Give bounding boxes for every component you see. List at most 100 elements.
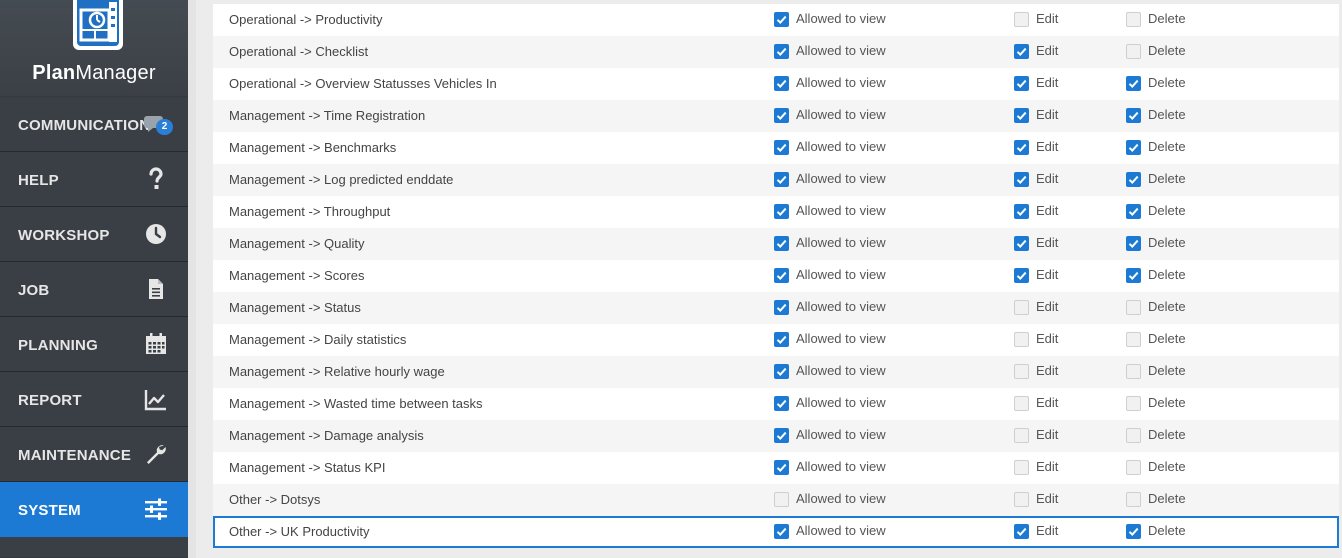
edit-label: Edit: [1036, 75, 1059, 90]
edit-checkbox[interactable]: [1014, 236, 1029, 251]
table-row[interactable]: Management -> Relative hourly wage Allowe…: [213, 356, 1339, 388]
edit-checkbox[interactable]: [1014, 204, 1029, 219]
delete-checkbox[interactable]: [1126, 268, 1141, 283]
permission-name: Operational -> Overview Statusses Vehicl…: [229, 76, 497, 91]
view-checkbox[interactable]: [774, 204, 789, 219]
table-row[interactable]: Management -> Quality Allowed to view Edit…: [213, 228, 1339, 260]
view-checkbox[interactable]: [774, 140, 789, 155]
delete-label: Delete: [1148, 171, 1186, 186]
delete-checkbox[interactable]: [1126, 76, 1141, 91]
table-row[interactable]: Operational -> Overview Statusses Vehicl…: [213, 68, 1339, 100]
edit-checkbox[interactable]: [1014, 108, 1029, 123]
view-checkbox[interactable]: [774, 460, 789, 475]
view-checkbox[interactable]: [774, 492, 789, 507]
nav-item-planning[interactable]: PLANNING: [0, 317, 188, 372]
delete-checkbox[interactable]: [1126, 140, 1141, 155]
view-label: Allowed to view: [796, 427, 886, 442]
table-row[interactable]: Management -> Damage analysis Allowed to …: [213, 420, 1339, 452]
nav-item-workshop[interactable]: WORKSHOP: [0, 207, 188, 262]
delete-checkbox[interactable]: [1126, 44, 1141, 59]
delete-label: Delete: [1148, 107, 1186, 122]
view-label: Allowed to view: [796, 267, 886, 282]
edit-checkbox[interactable]: [1014, 524, 1029, 539]
delete-label: Delete: [1148, 203, 1186, 218]
table-row[interactable]: Management -> Wasted time between tasks A…: [213, 388, 1339, 420]
table-row[interactable]: Management -> Benchmarks Allowed to view E…: [213, 132, 1339, 164]
view-checkbox[interactable]: [774, 44, 789, 59]
nav-item-label: WORKSHOP: [18, 227, 110, 244]
delete-checkbox[interactable]: [1126, 300, 1141, 315]
table-row[interactable]: Management -> Log predicted enddate Allow…: [213, 164, 1339, 196]
delete-checkbox[interactable]: [1126, 460, 1141, 475]
table-row[interactable]: Management -> Scores Allowed to view Edit D…: [213, 260, 1339, 292]
edit-checkbox[interactable]: [1014, 332, 1029, 347]
table-row[interactable]: Management -> Throughput Allowed to view E…: [213, 196, 1339, 228]
edit-checkbox[interactable]: [1014, 460, 1029, 475]
table-row[interactable]: Other -> Dotsys Allowed to view Edit Delete: [213, 484, 1339, 516]
delete-checkbox[interactable]: [1126, 332, 1141, 347]
permission-name: Operational -> Checklist: [229, 44, 369, 59]
view-checkbox[interactable]: [774, 108, 789, 123]
edit-checkbox[interactable]: [1014, 12, 1029, 27]
delete-checkbox[interactable]: [1126, 204, 1141, 219]
delete-checkbox[interactable]: [1126, 396, 1141, 411]
table-row[interactable]: Management -> Status KPI Allowed to view E…: [213, 452, 1339, 484]
edit-label: Edit: [1036, 299, 1059, 314]
delete-checkbox[interactable]: [1126, 172, 1141, 187]
question-icon: [144, 167, 168, 191]
delete-checkbox[interactable]: [1126, 108, 1141, 123]
edit-checkbox[interactable]: [1014, 428, 1029, 443]
clock-icon: [144, 222, 168, 246]
delete-checkbox[interactable]: [1126, 492, 1141, 507]
nav-item-label: MAINTENANCE: [18, 447, 132, 464]
delete-checkbox[interactable]: [1126, 364, 1141, 379]
nav-item-system[interactable]: SYSTEM: [0, 482, 188, 537]
view-checkbox[interactable]: [774, 332, 789, 347]
table-row[interactable]: Management -> Daily statistics Allowed to…: [213, 324, 1339, 356]
delete-checkbox[interactable]: [1126, 236, 1141, 251]
view-checkbox[interactable]: [774, 524, 789, 539]
view-checkbox[interactable]: [774, 396, 789, 411]
delete-label: Delete: [1148, 267, 1186, 282]
edit-checkbox[interactable]: [1014, 300, 1029, 315]
view-checkbox[interactable]: [774, 172, 789, 187]
view-checkbox[interactable]: [774, 12, 789, 27]
table-row[interactable]: Management -> Time Registration Allowed t…: [213, 100, 1339, 132]
calendar-icon: [144, 332, 168, 356]
view-checkbox[interactable]: [774, 268, 789, 283]
app-logo-icon[interactable]: [73, 0, 123, 50]
nav-item-partial[interactable]: [0, 537, 188, 557]
edit-checkbox[interactable]: [1014, 492, 1029, 507]
nav-item-maintenance[interactable]: MAINTENANCE: [0, 427, 188, 482]
permission-name: Management -> Scores: [229, 268, 365, 283]
view-checkbox[interactable]: [774, 76, 789, 91]
edit-checkbox[interactable]: [1014, 268, 1029, 283]
edit-checkbox[interactable]: [1014, 140, 1029, 155]
edit-label: Edit: [1036, 395, 1059, 410]
view-checkbox[interactable]: [774, 428, 789, 443]
document-icon: [144, 277, 168, 301]
delete-checkbox[interactable]: [1126, 12, 1141, 27]
nav-item-label: HELP: [18, 172, 59, 189]
edit-checkbox[interactable]: [1014, 396, 1029, 411]
nav-item-communication[interactable]: COMMUNICATION 2: [0, 97, 188, 152]
edit-checkbox[interactable]: [1014, 44, 1029, 59]
edit-checkbox[interactable]: [1014, 172, 1029, 187]
nav-item-report[interactable]: REPORT: [0, 372, 188, 427]
table-row[interactable]: Operational -> Productivity Allowed to vi…: [213, 4, 1339, 36]
edit-checkbox[interactable]: [1014, 364, 1029, 379]
permission-name: Management -> Throughput: [229, 204, 391, 219]
edit-checkbox[interactable]: [1014, 76, 1029, 91]
view-checkbox[interactable]: [774, 236, 789, 251]
nav-item-job[interactable]: JOB: [0, 262, 188, 317]
view-checkbox[interactable]: [774, 300, 789, 315]
edit-label: Edit: [1036, 523, 1059, 538]
nav-item-help[interactable]: HELP: [0, 152, 188, 207]
delete-checkbox[interactable]: [1126, 524, 1141, 539]
view-checkbox[interactable]: [774, 364, 789, 379]
table-row[interactable]: Operational -> Checklist Allowed to view E…: [213, 36, 1339, 68]
delete-checkbox[interactable]: [1126, 428, 1141, 443]
delete-label: Delete: [1148, 459, 1186, 474]
table-row[interactable]: Other -> UK Productivity Allowed to view E…: [213, 516, 1339, 548]
table-row[interactable]: Management -> Status Allowed to view Edit D…: [213, 292, 1339, 324]
